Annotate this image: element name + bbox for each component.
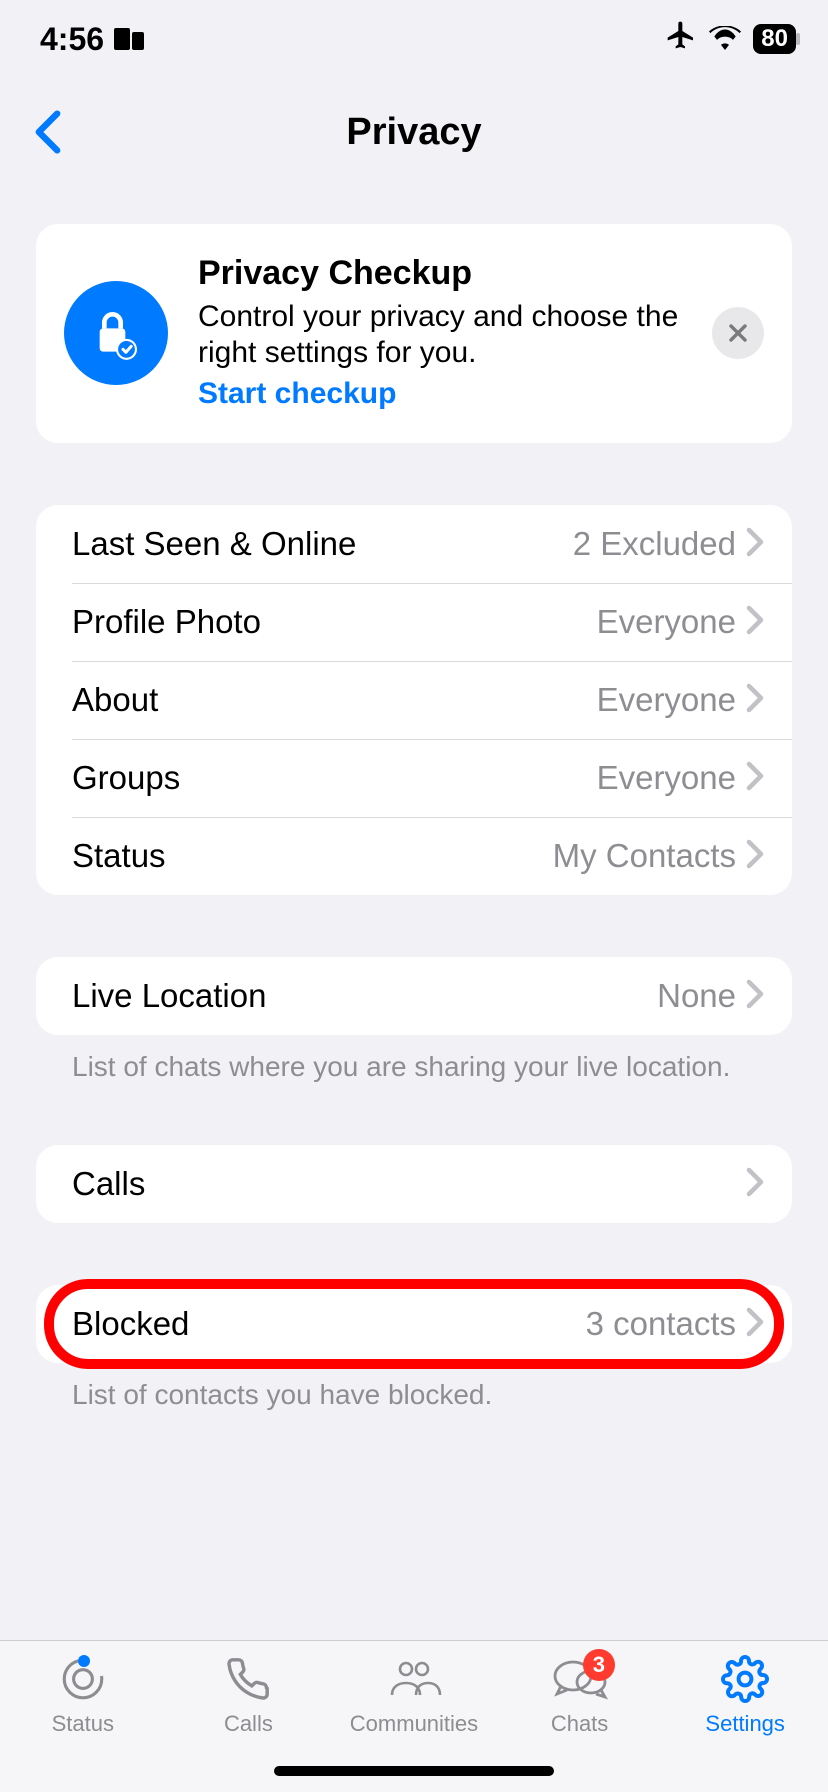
chevron-right-icon — [746, 605, 764, 640]
row-value: Everyone — [597, 759, 736, 797]
row-label: Calls — [72, 1165, 736, 1203]
blocked-group: Blocked 3 contacts List of contacts you … — [36, 1285, 792, 1411]
chevron-right-icon — [746, 527, 764, 562]
tab-label: Settings — [705, 1711, 785, 1737]
row-value: None — [657, 977, 736, 1015]
chevron-right-icon — [746, 683, 764, 718]
chats-badge: 3 — [583, 1649, 615, 1681]
row-value: Everyone — [597, 603, 736, 641]
row-last-seen-online[interactable]: Last Seen & Online 2 Excluded — [36, 505, 792, 583]
tab-label: Communities — [350, 1711, 478, 1737]
tab-label: Status — [52, 1711, 114, 1737]
content-area: Privacy Checkup Control your privacy and… — [0, 186, 828, 1640]
visibility-settings-group: Last Seen & Online 2 Excluded Profile Ph… — [36, 505, 792, 895]
phone-icon — [225, 1653, 271, 1705]
tab-label: Calls — [224, 1711, 273, 1737]
lock-check-icon — [64, 281, 168, 385]
live-location-footer: List of chats where you are sharing your… — [36, 1035, 792, 1083]
new-status-dot-icon — [78, 1655, 90, 1667]
start-checkup-link[interactable]: Start checkup — [198, 377, 396, 411]
chevron-right-icon — [746, 761, 764, 796]
status-ring-icon — [58, 1653, 108, 1705]
gear-icon — [721, 1653, 769, 1705]
row-label: Last Seen & Online — [72, 525, 573, 563]
dual-sim-icon — [114, 26, 144, 52]
row-live-location[interactable]: Live Location None — [36, 957, 792, 1035]
row-label: About — [72, 681, 597, 719]
tab-settings[interactable]: Settings — [662, 1653, 828, 1792]
status-time: 4:56 — [40, 21, 104, 58]
status-bar: 4:56 80 — [0, 0, 828, 78]
page-title: Privacy — [346, 111, 481, 154]
close-checkup-button[interactable] — [712, 307, 764, 359]
row-about[interactable]: About Everyone — [36, 661, 792, 739]
wifi-icon — [709, 21, 741, 58]
status-bar-left: 4:56 — [40, 21, 144, 58]
airplane-mode-icon — [665, 19, 697, 59]
battery-percent: 80 — [761, 25, 788, 53]
chevron-right-icon — [746, 1167, 764, 1202]
row-value: 2 Excluded — [573, 525, 736, 563]
privacy-checkup-card: Privacy Checkup Control your privacy and… — [36, 224, 792, 443]
row-label: Groups — [72, 759, 597, 797]
row-label: Live Location — [72, 977, 657, 1015]
home-indicator — [274, 1766, 554, 1776]
privacy-checkup-desc: Control your privacy and choose the righ… — [198, 299, 682, 371]
calls-group: Calls — [36, 1145, 792, 1223]
row-profile-photo[interactable]: Profile Photo Everyone — [36, 583, 792, 661]
row-value: Everyone — [597, 681, 736, 719]
row-value: 3 contacts — [586, 1305, 736, 1343]
row-label: Profile Photo — [72, 603, 597, 641]
blocked-footer: List of contacts you have blocked. — [36, 1363, 792, 1411]
battery-indicator: 80 — [753, 24, 796, 54]
people-group-icon — [386, 1653, 442, 1705]
nav-header: Privacy — [0, 78, 828, 186]
row-calls[interactable]: Calls — [36, 1145, 792, 1223]
row-blocked[interactable]: Blocked 3 contacts — [36, 1285, 792, 1363]
row-groups[interactable]: Groups Everyone — [36, 739, 792, 817]
row-value: My Contacts — [553, 837, 736, 875]
chevron-right-icon — [746, 839, 764, 874]
status-bar-right: 80 — [665, 19, 796, 59]
chevron-right-icon — [746, 979, 764, 1014]
row-status-privacy[interactable]: Status My Contacts — [36, 817, 792, 895]
row-label: Status — [72, 837, 553, 875]
privacy-checkup-title: Privacy Checkup — [198, 254, 682, 293]
row-label: Blocked — [72, 1305, 586, 1343]
back-button[interactable] — [18, 102, 78, 162]
tab-label: Chats — [551, 1711, 608, 1737]
tab-status[interactable]: Status — [0, 1653, 166, 1792]
privacy-checkup-body: Privacy Checkup Control your privacy and… — [198, 254, 682, 411]
live-location-group: Live Location None List of chats where y… — [36, 957, 792, 1083]
chevron-right-icon — [746, 1307, 764, 1342]
